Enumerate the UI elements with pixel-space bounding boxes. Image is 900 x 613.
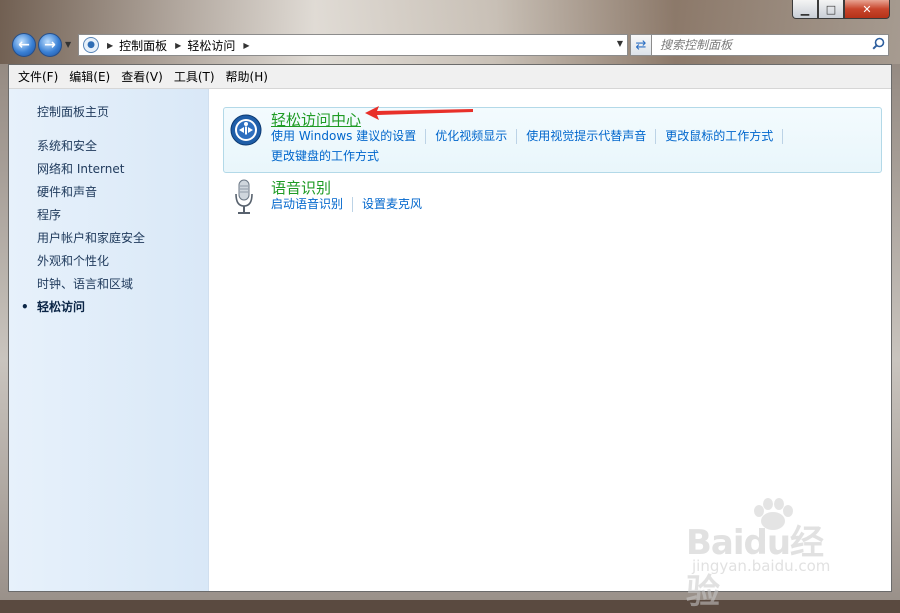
annotation-arrow [365, 106, 473, 120]
caption-buttons: ▁ □ ✕ [792, 0, 890, 20]
search-box [651, 34, 889, 56]
search-icon[interactable] [868, 37, 888, 54]
minimize-button[interactable]: ▁ [792, 0, 818, 19]
link-visual-cues[interactable]: 使用视觉提示代替声音 [526, 129, 657, 144]
sidebar-item-appearance[interactable]: 外观和个性化 [37, 250, 145, 273]
sidebar-item-ease-of-access[interactable]: 轻松访问 [21, 296, 145, 319]
link-use-windows-settings[interactable]: 使用 Windows 建议的设置 [271, 129, 427, 144]
search-input[interactable] [658, 37, 868, 53]
refresh-button[interactable]: ⇄ [630, 34, 652, 56]
recent-pages-dropdown[interactable]: ▼ [65, 40, 71, 49]
sidebar-item-hardware-sound[interactable]: 硬件和声音 [37, 181, 145, 204]
watermark: Baidu经验 jingyan.baidu.com [686, 497, 856, 612]
sidebar-item-network-internet[interactable]: 网络和 Internet [37, 158, 145, 181]
sidebar-item-user-accounts[interactable]: 用户帐户和家庭安全 [37, 227, 145, 250]
forward-button[interactable]: → [38, 33, 62, 57]
category-ease-of-access-center: 轻松访问中心 使用 Windows 建议的设置 优化视频显示 使用视觉提示代替声… [223, 107, 882, 173]
breadcrumb-ease-of-access[interactable]: 轻松访问 [187, 37, 235, 54]
sidebar: 控制面板主页 系统和安全 网络和 Internet 硬件和声音 程序 用户帐户和… [9, 89, 209, 591]
microphone-icon[interactable] [233, 179, 255, 215]
sidebar-item-clock-language-region[interactable]: 时钟、语言和区域 [37, 273, 145, 296]
back-arrow-icon: ← [18, 37, 30, 53]
navigation-bar: ← → ▼ ● ▶ 控制面板 ▶ 轻松访问 ▶ ▼ ⇄ [10, 32, 890, 58]
category-links: 启动语音识别 设置麦克风 [271, 197, 440, 212]
chevron-right-icon[interactable]: ▶ [107, 41, 113, 50]
category-links: 使用 Windows 建议的设置 优化视频显示 使用视觉提示代替声音 更改鼠标的… [271, 129, 871, 164]
category-speech-recognition: 语音识别 启动语音识别 设置麦克风 [223, 177, 882, 223]
address-bar[interactable]: ● ▶ 控制面板 ▶ 轻松访问 ▶ ▼ [78, 34, 628, 56]
menu-file[interactable]: 文件(F) [15, 68, 66, 85]
breadcrumb-control-panel[interactable]: 控制面板 [119, 37, 167, 54]
category-title[interactable]: 轻松访问中心 [271, 109, 361, 130]
control-panel-icon: ● [83, 37, 99, 53]
watermark-url: jingyan.baidu.com [692, 557, 831, 575]
category-title[interactable]: 语音识别 [271, 177, 331, 198]
sidebar-home-link[interactable]: 控制面板主页 [37, 103, 109, 120]
link-change-mouse[interactable]: 更改鼠标的工作方式 [665, 129, 784, 144]
menu-bar: 文件(F) 编辑(E) 查看(V) 工具(T) 帮助(H) [9, 65, 891, 89]
ease-of-access-icon[interactable] [230, 114, 262, 146]
sidebar-item-system-security[interactable]: 系统和安全 [37, 135, 145, 158]
refresh-icon: ⇄ [635, 37, 647, 53]
sidebar-category-list: 系统和安全 网络和 Internet 硬件和声音 程序 用户帐户和家庭安全 外观… [21, 135, 145, 319]
forward-arrow-icon: → [44, 37, 56, 53]
link-change-keyboard[interactable]: 更改键盘的工作方式 [271, 149, 388, 164]
close-button[interactable]: ✕ [844, 0, 890, 19]
menu-view[interactable]: 查看(V) [118, 68, 171, 85]
chevron-right-icon[interactable]: ▶ [175, 41, 181, 50]
address-dropdown[interactable]: ▼ [617, 39, 623, 48]
menu-edit[interactable]: 编辑(E) [66, 68, 118, 85]
menu-help[interactable]: 帮助(H) [223, 68, 276, 85]
sidebar-item-programs[interactable]: 程序 [37, 204, 145, 227]
menu-tools[interactable]: 工具(T) [171, 68, 223, 85]
back-button[interactable]: ← [12, 33, 36, 57]
link-optimize-video-display[interactable]: 优化视频显示 [435, 129, 518, 144]
chevron-right-icon[interactable]: ▶ [243, 41, 249, 50]
maximize-button[interactable]: □ [818, 0, 844, 19]
link-start-speech-recognition[interactable]: 启动语音识别 [271, 197, 354, 212]
link-setup-microphone[interactable]: 设置麦克风 [362, 197, 431, 212]
